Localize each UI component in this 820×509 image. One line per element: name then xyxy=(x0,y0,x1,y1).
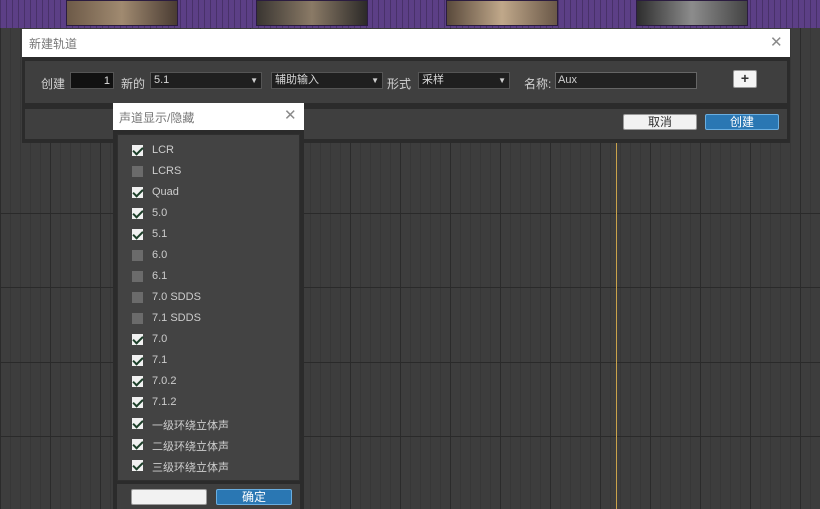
checkbox[interactable] xyxy=(132,355,143,366)
popup-footer: 确定 xyxy=(117,484,300,509)
checkbox[interactable] xyxy=(132,145,143,156)
track-name-input[interactable]: Aux xyxy=(555,72,697,89)
add-row-button[interactable]: + xyxy=(733,70,757,88)
cancel-button[interactable] xyxy=(131,489,207,505)
checkbox[interactable] xyxy=(132,187,143,198)
channel-format-value: 5.1 xyxy=(154,74,170,86)
create-count-label: 创建 xyxy=(41,77,66,91)
chevron-down-icon: ▼ xyxy=(250,76,258,85)
channel-label: 三级环绕立体声 xyxy=(152,462,229,474)
form-label: 形式 xyxy=(387,77,412,91)
checkbox[interactable] xyxy=(132,292,143,303)
cancel-button[interactable]: 取消 xyxy=(623,114,697,130)
channel-format-dropdown[interactable]: 5.1 ▼ xyxy=(150,72,262,89)
channel-label: Quad xyxy=(152,186,179,198)
channel-label: 7.1 xyxy=(152,354,168,366)
checkbox[interactable] xyxy=(132,166,143,177)
channel-label: LCR xyxy=(152,144,175,156)
track-options-panel: 创建 1 新的 5.1 ▼ 辅助输入 ▼ 形式 采样 ▼ 名称: Aux + xyxy=(25,61,787,104)
channel-label: 7.0 xyxy=(152,333,168,345)
channel-label: 7.0 SDDS xyxy=(152,291,201,303)
channel-label: 7.1 SDDS xyxy=(152,312,201,324)
close-icon[interactable]: ✕ xyxy=(284,108,297,123)
channel-label: 7.1.2 xyxy=(152,396,177,408)
new-label: 新的 xyxy=(121,77,146,91)
checkbox[interactable] xyxy=(132,334,143,345)
track-type-dropdown[interactable]: 辅助输入 ▼ xyxy=(271,72,383,89)
track-count-field[interactable]: 1 xyxy=(70,72,114,89)
chevron-down-icon: ▼ xyxy=(498,76,506,85)
channel-label: 6.0 xyxy=(152,249,168,261)
track-type-value: 辅助输入 xyxy=(275,74,319,86)
close-icon[interactable]: ✕ xyxy=(770,35,783,50)
ok-button[interactable]: 确定 xyxy=(216,489,292,505)
name-label: 名称: xyxy=(524,77,552,91)
channel-label: 5.1 xyxy=(152,228,168,240)
channel-visibility-popup: 声道显示/隐藏 ✕ LCR LCRS Quad 5.0 5.1 6.0 6.1 … xyxy=(113,103,304,509)
checkbox[interactable] xyxy=(132,418,143,429)
channel-label: 5.0 xyxy=(152,207,168,219)
checkbox[interactable] xyxy=(132,229,143,240)
checkbox[interactable] xyxy=(132,397,143,408)
form-value: 采样 xyxy=(422,74,444,86)
video-thumbnail xyxy=(256,0,368,26)
channel-label: 7.0.2 xyxy=(152,375,177,387)
checkbox[interactable] xyxy=(132,439,143,450)
channel-label: 一级环绕立体声 xyxy=(152,420,229,432)
video-thumbnail xyxy=(446,0,558,26)
checkbox[interactable] xyxy=(132,376,143,387)
dialog-title: 新建轨道 xyxy=(29,37,78,51)
channel-list: LCR LCRS Quad 5.0 5.1 6.0 6.1 7.0 SDDS 7… xyxy=(117,134,300,481)
dialog-titlebar[interactable]: 新建轨道 ✕ xyxy=(22,29,790,57)
create-button[interactable]: 创建 xyxy=(705,114,779,130)
checkbox[interactable] xyxy=(132,271,143,282)
checkbox[interactable] xyxy=(132,208,143,219)
channel-label: 二级环绕立体声 xyxy=(152,441,229,453)
video-thumbnail xyxy=(66,0,178,26)
form-dropdown[interactable]: 采样 ▼ xyxy=(418,72,510,89)
checkbox[interactable] xyxy=(132,460,143,471)
popup-titlebar[interactable]: 声道显示/隐藏 ✕ xyxy=(113,103,304,130)
popup-title: 声道显示/隐藏 xyxy=(119,111,195,125)
video-thumbnail xyxy=(636,0,748,26)
checkbox[interactable] xyxy=(132,250,143,261)
video-track[interactable] xyxy=(0,0,820,28)
channel-label: 6.1 xyxy=(152,270,168,282)
checkbox[interactable] xyxy=(132,313,143,324)
channel-label: LCRS xyxy=(152,165,182,177)
chevron-down-icon: ▼ xyxy=(371,76,379,85)
playhead[interactable] xyxy=(616,142,617,509)
